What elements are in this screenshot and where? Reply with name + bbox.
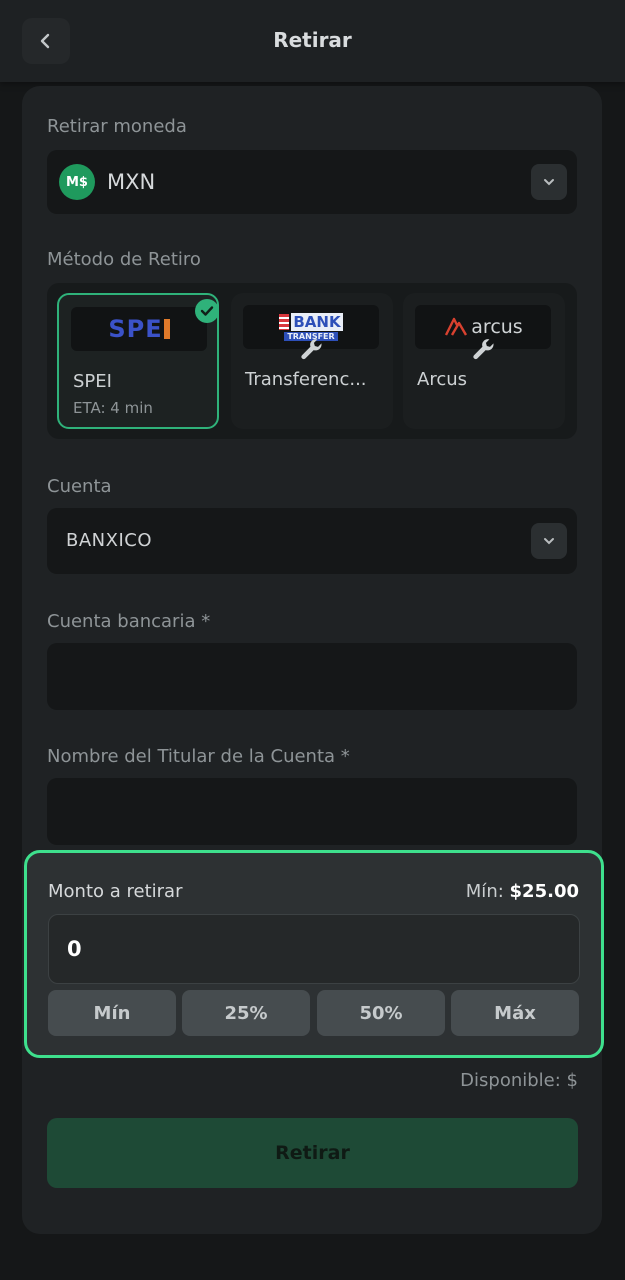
currency-value: MXN (107, 170, 156, 194)
holder-name-label: Nombre del Titular de la Cuenta * (47, 746, 350, 767)
chevron-down-icon (531, 523, 567, 559)
method-option-arcus[interactable]: arcus Arcus (403, 293, 565, 429)
account-value: BANXICO (66, 530, 153, 551)
top-bar: Retirar (0, 0, 625, 82)
method-label: Método de Retiro (47, 249, 201, 270)
amount-label: Monto a retirar (48, 881, 183, 902)
holder-name-input[interactable] (47, 778, 577, 845)
account-label: Cuenta (47, 476, 112, 497)
method-list: SPE SPEI ETA: 4 min BANK TRANSFER Transf… (47, 283, 577, 439)
page-title: Retirar (273, 28, 352, 52)
bank-account-input[interactable] (47, 643, 577, 710)
spei-logo: SPE (71, 307, 207, 351)
method-option-spei[interactable]: SPE SPEI ETA: 4 min (57, 293, 219, 429)
currency-select[interactable]: M$ MXN (47, 150, 577, 214)
method-name: Transferenc... (245, 369, 367, 390)
wrench-icon (301, 339, 322, 360)
available-balance: Disponible: $ (460, 1070, 578, 1091)
max-button[interactable]: Máx (451, 990, 579, 1036)
withdraw-button[interactable]: Retirar (47, 1118, 578, 1188)
wrench-icon (473, 339, 494, 360)
check-circle-icon (195, 299, 219, 323)
method-name: Arcus (417, 369, 468, 390)
account-select[interactable]: BANXICO (47, 508, 577, 574)
bank-account-label: Cuenta bancaria * (47, 611, 211, 632)
min-button[interactable]: Mín (48, 990, 176, 1036)
method-eta: ETA: 4 min (73, 399, 153, 417)
method-name: SPEI (73, 371, 112, 392)
currency-label: Retirar moneda (47, 116, 187, 137)
amount-input[interactable]: 0 (48, 914, 580, 984)
method-option-bank-transfer[interactable]: BANK TRANSFER Transferenc... (231, 293, 393, 429)
mxn-coin-icon: M$ (59, 164, 95, 200)
amount-section: Monto a retirar Mín: $25.00 0 Mín 25% 50… (24, 850, 604, 1058)
25-percent-button[interactable]: 25% (182, 990, 310, 1036)
50-percent-button[interactable]: 50% (317, 990, 445, 1036)
chevron-down-icon (531, 164, 567, 200)
min-amount: Mín: $25.00 (465, 881, 579, 902)
